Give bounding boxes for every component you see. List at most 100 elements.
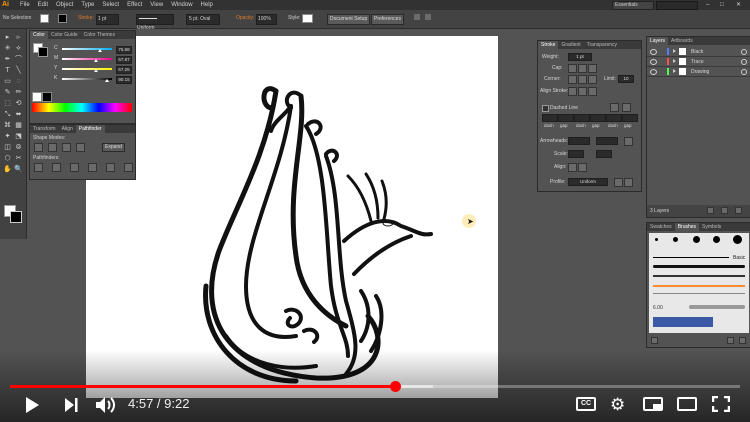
- brush-dot-medium[interactable]: [673, 237, 678, 242]
- white-swatch[interactable]: [32, 92, 42, 102]
- new-layer-icon[interactable]: [721, 207, 728, 214]
- dash-field-0[interactable]: [542, 114, 558, 122]
- layer-name[interactable]: Black: [691, 49, 703, 55]
- magic-wand-icon[interactable]: ✳: [3, 44, 12, 53]
- workspace-switcher[interactable]: Essentials: [612, 1, 654, 10]
- end-scale-field[interactable]: [596, 150, 612, 158]
- dash-field-3[interactable]: [590, 114, 606, 122]
- menu-view[interactable]: View: [150, 0, 163, 10]
- dash-align-icon[interactable]: [622, 103, 631, 112]
- crop-icon[interactable]: [88, 163, 97, 172]
- divide-icon[interactable]: [34, 163, 43, 172]
- panel-menu-icon[interactable]: [425, 14, 431, 20]
- channel-knob-c[interactable]: [98, 49, 102, 52]
- opacity-field[interactable]: 100%: [256, 14, 277, 25]
- unite-icon[interactable]: [34, 143, 43, 152]
- round-join-icon[interactable]: [578, 75, 587, 84]
- round-cap-icon[interactable]: [578, 64, 587, 73]
- minimize-button[interactable]: –: [706, 0, 709, 10]
- channel-value-m[interactable]: 67.87: [116, 56, 132, 64]
- target-icon[interactable]: [741, 59, 747, 65]
- channel-knob-y[interactable]: [93, 69, 98, 72]
- dash-field-5[interactable]: [622, 114, 638, 122]
- flip-along-icon[interactable]: [614, 178, 623, 187]
- brush-definition[interactable]: 5 pt. Oval: [186, 14, 220, 25]
- brush-library-icon[interactable]: [651, 337, 658, 344]
- artboard[interactable]: [86, 36, 498, 398]
- layer-name[interactable]: Trace: [691, 59, 704, 65]
- menu-window[interactable]: Window: [171, 0, 192, 10]
- shaper-icon[interactable]: ⬚: [3, 99, 12, 108]
- hand-icon[interactable]: ✋: [3, 165, 12, 174]
- new-brush-icon[interactable]: [727, 337, 734, 344]
- start-scale-field[interactable]: [568, 150, 584, 158]
- brush-dot-small[interactable]: [655, 238, 658, 241]
- merge-icon[interactable]: [70, 163, 79, 172]
- layers-tab-layers[interactable]: Layers: [647, 37, 669, 45]
- brush-stroke-charcoal[interactable]: [653, 265, 745, 268]
- minus-front-icon[interactable]: [48, 143, 57, 152]
- butt-cap-icon[interactable]: [568, 64, 577, 73]
- curvature-icon[interactable]: ⌒: [14, 55, 23, 64]
- width-icon[interactable]: ⬌: [14, 110, 23, 119]
- shape-builder-icon[interactable]: ▦: [14, 121, 23, 130]
- color-tab-color-themes[interactable]: Color Themes: [81, 31, 118, 39]
- fullscreen-button[interactable]: [711, 395, 731, 417]
- play-button[interactable]: [24, 396, 40, 419]
- brush-dot-xlarge[interactable]: [713, 236, 720, 243]
- menu-effect[interactable]: Effect: [127, 0, 142, 10]
- pathfinder-tab-align[interactable]: Align: [59, 125, 76, 133]
- expand-layer-icon[interactable]: [673, 49, 676, 53]
- new-sublayer-icon[interactable]: [707, 207, 714, 214]
- menu-type[interactable]: Type: [81, 0, 94, 10]
- zoom-icon[interactable]: 🔍: [14, 165, 23, 174]
- flip-across-icon[interactable]: [624, 178, 633, 187]
- limit-field[interactable]: 10: [618, 75, 634, 83]
- lasso-icon[interactable]: ⟡: [14, 44, 23, 53]
- channel-value-c[interactable]: 75.68: [116, 46, 132, 54]
- maximize-button[interactable]: □: [720, 0, 724, 10]
- free-transform-icon[interactable]: ⌘: [3, 121, 12, 130]
- menu-edit[interactable]: Edit: [38, 0, 48, 10]
- end-arrowhead-select[interactable]: [596, 137, 618, 145]
- layer-name[interactable]: Drawing: [691, 69, 709, 75]
- outline-icon[interactable]: [106, 163, 115, 172]
- layers-tab-artboards[interactable]: Artboards: [668, 37, 696, 45]
- bevel-join-icon[interactable]: [588, 75, 597, 84]
- trim-icon[interactable]: [52, 163, 61, 172]
- layer-row[interactable]: Trace: [647, 57, 750, 67]
- layer-row[interactable]: Black: [647, 47, 750, 57]
- pen-icon[interactable]: ✒: [3, 55, 12, 64]
- delete-layer-icon[interactable]: [735, 207, 742, 214]
- brush-stroke-basic[interactable]: [653, 257, 729, 258]
- miniplayer-button[interactable]: [643, 397, 663, 411]
- line-icon[interactable]: ╲: [14, 66, 23, 75]
- arrow-end-icon[interactable]: [578, 163, 587, 172]
- close-button[interactable]: ✕: [736, 0, 741, 10]
- align-inside-icon[interactable]: [578, 87, 587, 96]
- align-center-icon[interactable]: [568, 87, 577, 96]
- black-swatch[interactable]: [42, 92, 52, 102]
- brushes-tab-symbols[interactable]: Symbols: [699, 223, 724, 231]
- volume-button[interactable]: [95, 395, 117, 420]
- projecting-cap-icon[interactable]: [588, 64, 597, 73]
- next-button[interactable]: [63, 397, 79, 418]
- dash-field-4[interactable]: [606, 114, 622, 122]
- dash-field-2[interactable]: [574, 114, 590, 122]
- eye-icon[interactable]: [650, 59, 657, 65]
- channel-value-y[interactable]: 67.25: [116, 66, 132, 74]
- pathfinder-tab-pathfinder[interactable]: Pathfinder: [75, 125, 105, 133]
- gradient-icon[interactable]: ⬔: [14, 132, 23, 141]
- brush-stroke-bristle[interactable]: [689, 305, 745, 309]
- channel-slider-m[interactable]: [62, 58, 112, 60]
- paintbrush-icon[interactable]: ✎: [3, 88, 12, 97]
- type-icon[interactable]: T: [3, 66, 12, 75]
- brush-stroke-ink[interactable]: [653, 275, 745, 277]
- delete-brush-icon[interactable]: [739, 337, 746, 344]
- stroke-tab-gradient[interactable]: Gradient: [558, 41, 583, 49]
- layer-row[interactable]: Drawing: [647, 67, 750, 77]
- direct-selection-icon[interactable]: ▹: [14, 33, 23, 42]
- selection-icon[interactable]: ▸: [3, 33, 12, 42]
- brush-dot-xxlarge[interactable]: [733, 235, 742, 244]
- blend-icon[interactable]: ⦾: [14, 143, 23, 152]
